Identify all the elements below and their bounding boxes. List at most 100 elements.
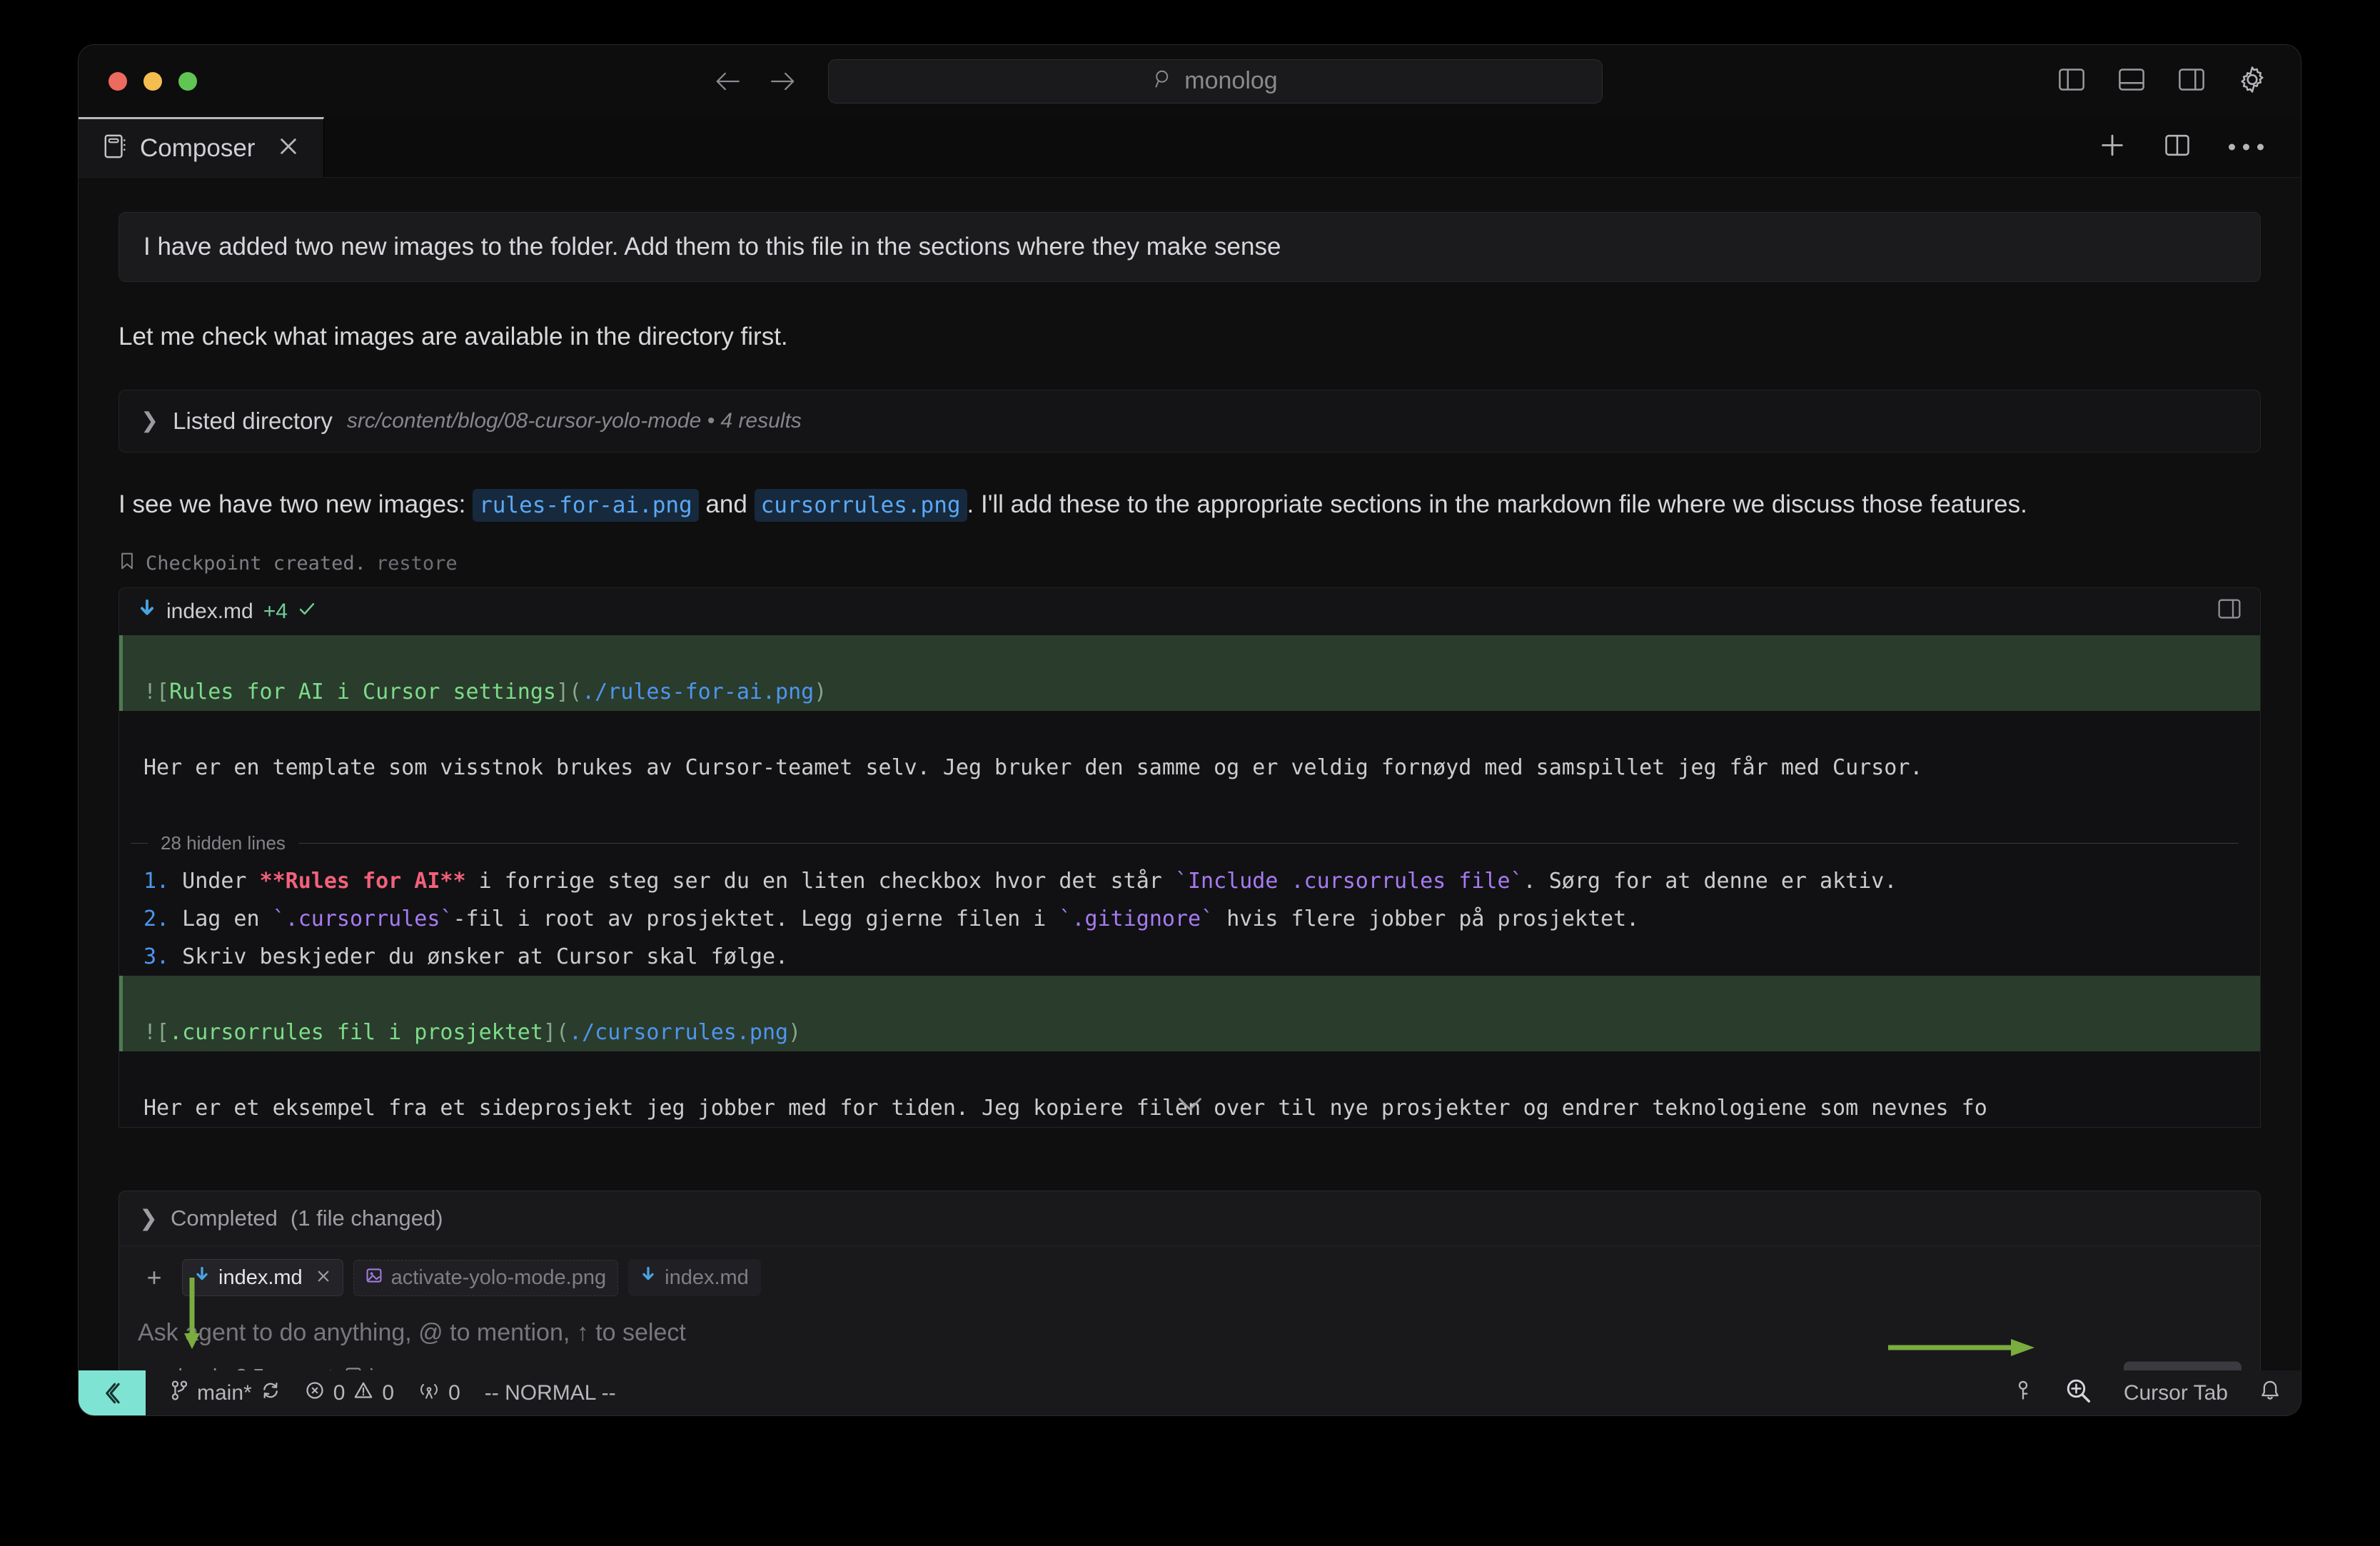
chip-label: activate-yolo-mode.png xyxy=(390,1265,607,1289)
list-2-text-a: Lag en xyxy=(169,906,273,931)
arrow-right-icon[interactable] xyxy=(770,71,797,92)
diff-line-context-1: Her er en template som visstnok brukes a… xyxy=(143,755,1923,780)
status-vim-mode: -- NORMAL -- xyxy=(484,1380,616,1405)
user-message: I have added two new images to the folde… xyxy=(119,212,2261,282)
file-diff-card: index.md +4 ![Rules for AI i Cursor sett… xyxy=(119,587,2261,1128)
status-bar: main* 0 0 0 -- NORMAL -- Cursor Tab xyxy=(79,1370,2301,1415)
checkpoint-restore-link[interactable]: restore xyxy=(376,552,458,575)
chevron-down-icon[interactable] xyxy=(1177,1086,1203,1124)
status-bar-right: Cursor Tab xyxy=(2014,1376,2281,1410)
markdown-file-icon xyxy=(640,1265,656,1290)
chip-label: index.md xyxy=(665,1265,749,1289)
split-editor-icon[interactable] xyxy=(2164,133,2190,161)
md-bang-bracket: ![ xyxy=(143,679,170,704)
open-diff-icon[interactable] xyxy=(2217,598,2242,625)
checkpoint-row: Checkpoint created. restore xyxy=(119,551,2261,576)
search-input[interactable]: monolog xyxy=(828,59,1603,103)
close-window-button[interactable] xyxy=(109,71,127,91)
list-number-1: 1. xyxy=(143,869,170,894)
title-bar: monolog xyxy=(79,45,2301,117)
status-branch[interactable]: main* xyxy=(170,1380,281,1407)
toggle-primary-sidebar-icon[interactable] xyxy=(2058,67,2085,95)
diff-line-blank-1 xyxy=(119,711,2260,749)
list-1-text-a: Under xyxy=(169,869,260,894)
paragraph-part-1: I see we have two new images: xyxy=(119,490,473,518)
md-paren-open-2: ( xyxy=(555,1020,570,1045)
md-paren-open: ( xyxy=(569,679,583,704)
minimize-window-button[interactable] xyxy=(143,71,162,91)
navigation-buttons xyxy=(714,71,797,92)
cursor-logo-icon[interactable] xyxy=(79,1370,146,1415)
bell-icon[interactable] xyxy=(2259,1379,2281,1408)
file-diff-header[interactable]: index.md +4 xyxy=(119,588,2260,635)
tab-bar-actions xyxy=(2099,132,2264,163)
radio-tower-icon xyxy=(418,1380,440,1406)
tool-name: Listed directory xyxy=(173,407,333,434)
assistant-message-paragraph: I see we have two new images: rules-for-… xyxy=(119,485,2261,524)
branch-name: main* xyxy=(197,1380,252,1405)
context-chip-index-md-active[interactable]: index.md xyxy=(182,1259,343,1296)
source-control-branch-icon xyxy=(170,1380,188,1407)
tab-label: Composer xyxy=(140,133,256,162)
md-alt-text-2: .cursorrules fil i prosjektet xyxy=(169,1020,543,1045)
context-chips: + index.md activate-yolo-mode.png index.… xyxy=(119,1246,2260,1303)
maximize-window-button[interactable] xyxy=(178,71,197,91)
composer-notebook-icon xyxy=(103,133,127,163)
list-2-inline-code-1: `.cursorrules` xyxy=(272,906,453,931)
window-traffic-lights xyxy=(109,71,197,91)
tab-composer[interactable]: Composer xyxy=(79,117,325,177)
assistant-message-intro: Let me check what images are available i… xyxy=(119,323,788,350)
chevron-right-icon: ❯ xyxy=(141,409,159,433)
markdown-file-icon xyxy=(194,1265,210,1290)
diff-line-added-blank xyxy=(119,635,2260,673)
context-chip-index-md-secondary[interactable]: index.md xyxy=(628,1259,761,1296)
checkpoint-text: Checkpoint created. xyxy=(146,552,366,575)
file-name: index.md xyxy=(166,600,253,623)
toggle-panel-icon[interactable] xyxy=(2118,67,2145,95)
close-icon[interactable] xyxy=(278,136,299,161)
diff-line-added-blank-2 xyxy=(119,976,2260,1014)
radio-count: 0 xyxy=(448,1380,460,1405)
agent-status-row[interactable]: ❯ Completed (1 file changed) xyxy=(119,1191,2260,1246)
lines-added-count: +4 xyxy=(263,600,288,623)
error-count: 0 xyxy=(333,1380,346,1405)
diff-line-list-1: 1. Under **Rules for AI** i forrige steg… xyxy=(119,862,2260,900)
context-chip-activate-yolo-mode-png[interactable]: activate-yolo-mode.png xyxy=(353,1259,619,1296)
sync-icon[interactable] xyxy=(261,1380,281,1406)
search-icon xyxy=(1153,69,1174,94)
agent-status-detail: (1 file changed) xyxy=(290,1206,443,1231)
new-chat-plus-icon[interactable] xyxy=(2099,132,2126,163)
list-1-bold: **Rules for AI** xyxy=(259,869,466,894)
list-1-text-c: . Sørg for at denne er aktiv. xyxy=(1523,869,1897,894)
diff-line-added-image-2: ![.cursorrules fil i prosjektet](./curso… xyxy=(119,1014,2260,1051)
list-2-text-c: hvis flere jobber på prosjektet. xyxy=(1214,906,1640,931)
more-options-icon[interactable] xyxy=(2229,143,2264,151)
list-1-text-b: i forrige steg ser du en liten checkbox … xyxy=(465,869,1175,894)
hidden-lines-label: 28 hidden lines xyxy=(161,832,286,854)
diff-line-blank-2 xyxy=(119,787,2260,824)
status-problems[interactable]: 0 0 xyxy=(305,1380,394,1406)
status-remote[interactable]: 0 xyxy=(418,1380,460,1406)
toggle-secondary-sidebar-icon[interactable] xyxy=(2178,67,2205,95)
search-value: monolog xyxy=(1184,67,1278,94)
zoom-icon[interactable] xyxy=(2064,1376,2092,1410)
diff-line-list-3: 3. Skriv beskjeder du ønsker at Cursor s… xyxy=(119,938,2260,976)
tool-meta: src/content/blog/08-cursor-yolo-mode • 4… xyxy=(346,408,802,433)
diff-line-list-2: 2. Lag en `.cursorrules`-fil i root av p… xyxy=(119,900,2260,938)
tool-call-listed-directory[interactable]: ❯ Listed directory src/content/blog/08-c… xyxy=(119,389,2261,453)
warning-count: 0 xyxy=(382,1380,395,1405)
composer-text-input[interactable]: Ask agent to do anything, @ to mention, … xyxy=(119,1303,2260,1354)
close-icon[interactable] xyxy=(316,1266,331,1290)
app-window: monolog Composer I have added two new im… xyxy=(79,45,2301,1415)
hidden-lines-divider[interactable]: 28 hidden lines xyxy=(119,824,2260,862)
arrow-left-icon[interactable] xyxy=(714,71,741,92)
paragraph-part-2: and xyxy=(698,490,755,518)
add-context-plus-icon[interactable]: + xyxy=(136,1260,172,1295)
key-icon[interactable] xyxy=(2014,1379,2032,1408)
cursor-tab-label[interactable]: Cursor Tab xyxy=(2124,1381,2228,1405)
diff-line-blank-3 xyxy=(119,1051,2260,1089)
settings-gear-icon[interactable] xyxy=(2238,65,2266,97)
diff-code-block: ![Rules for AI i Cursor settings](./rule… xyxy=(119,635,2260,1127)
diff-line-added-image-1: ![Rules for AI i Cursor settings](./rule… xyxy=(119,673,2260,711)
md-url: ./rules-for-ai.png xyxy=(582,679,815,704)
